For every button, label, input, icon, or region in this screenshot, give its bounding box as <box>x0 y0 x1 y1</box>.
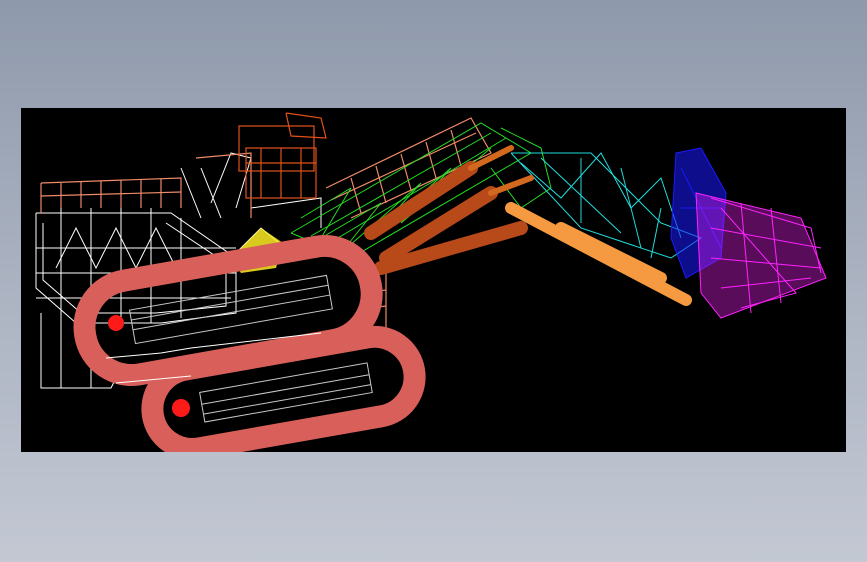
operator-cab <box>238 112 327 199</box>
excavator-wireframe-model <box>35 112 827 452</box>
cad-viewport[interactable] <box>21 108 846 452</box>
railings <box>40 117 492 333</box>
boom-cylinders <box>364 161 528 275</box>
bucket <box>695 192 827 319</box>
